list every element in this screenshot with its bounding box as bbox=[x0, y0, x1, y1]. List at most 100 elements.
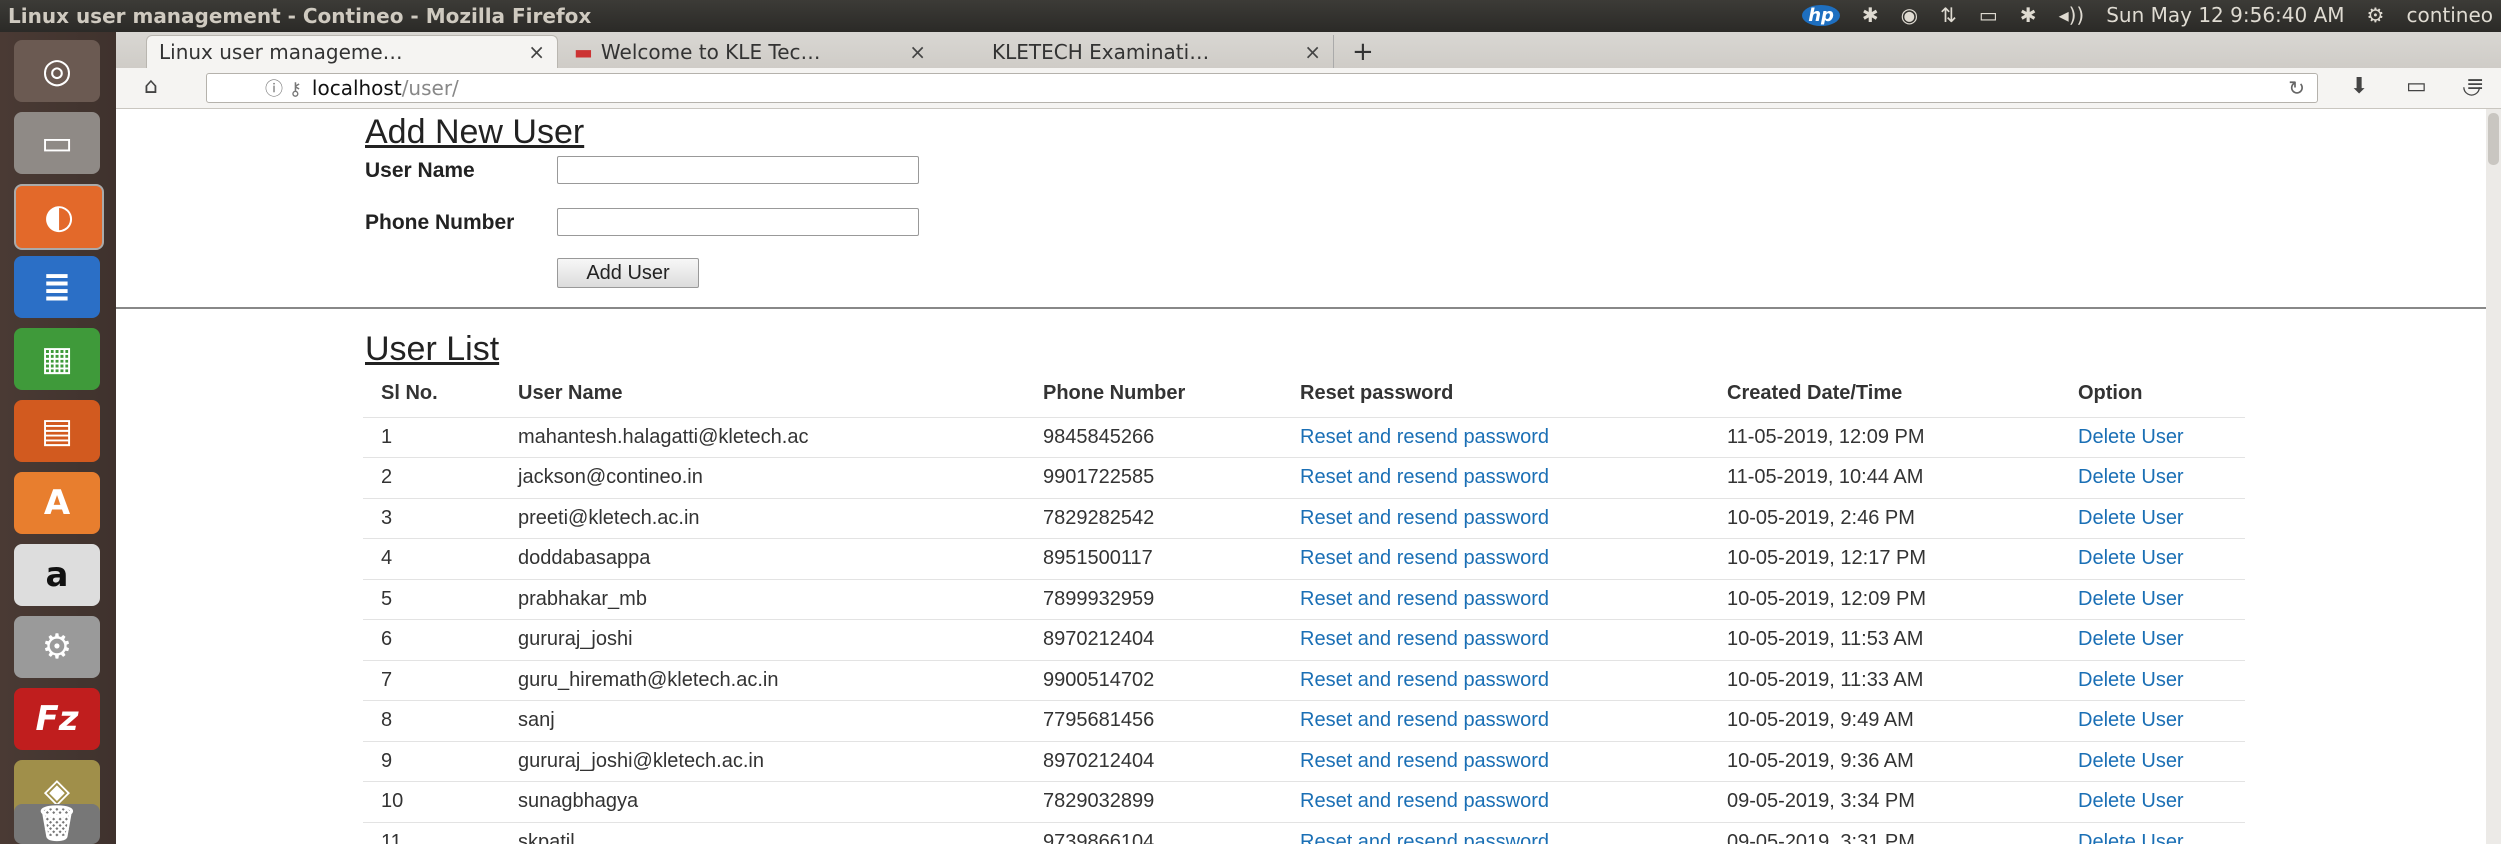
table-row: 2 jackson@contineo.in 9901722585 Reset and … bbox=[363, 457, 2245, 498]
username-input[interactable] bbox=[557, 156, 919, 184]
software-center-icon[interactable]: A bbox=[14, 472, 100, 534]
network-icon[interactable]: ⇅ bbox=[1940, 3, 1957, 27]
new-tab-button[interactable]: + bbox=[1340, 35, 1380, 68]
download-icon[interactable]: ⬇ bbox=[2350, 74, 2368, 99]
delete-user-link[interactable]: Delete User bbox=[2060, 578, 2245, 620]
reset-password-link[interactable]: Reset and resend password bbox=[1282, 578, 1709, 620]
settings-icon[interactable]: ⚙ bbox=[14, 616, 100, 678]
filezilla-icon[interactable]: Fz bbox=[14, 688, 100, 750]
row-sl: 4 bbox=[363, 538, 500, 579]
files-icon[interactable]: ▭ bbox=[14, 112, 100, 174]
row-username: doddabasappa bbox=[500, 538, 1025, 579]
delete-user-link[interactable]: Delete User bbox=[2060, 457, 2245, 498]
user-list-title: User List bbox=[365, 330, 500, 368]
row-sl: 10 bbox=[363, 781, 500, 822]
table-row: 7 guru_hiremath@kletech.ac.in 9900514702 Re… bbox=[363, 659, 2245, 701]
row-sl: 7 bbox=[363, 659, 500, 701]
reset-password-link[interactable]: Reset and resend password bbox=[1282, 821, 1709, 844]
trash-icon[interactable]: 🗑 bbox=[14, 804, 100, 844]
url-path: /user/ bbox=[401, 76, 459, 100]
delete-user-link[interactable]: Delete User bbox=[2060, 538, 2245, 579]
impress-icon[interactable]: ▤ bbox=[14, 400, 100, 462]
col-phone: Phone Number bbox=[1043, 382, 1186, 405]
row-created: 10-05-2019, 12:17 PM bbox=[1709, 538, 2060, 579]
top-panel: Linux user management - Contineo - Mozil… bbox=[0, 0, 2501, 32]
delete-user-link[interactable]: Delete User bbox=[2060, 821, 2245, 844]
row-username: mahantesh.halagatti@kletech.ac bbox=[500, 416, 1025, 458]
delete-user-link[interactable]: Delete User bbox=[2060, 740, 2245, 782]
delete-user-link[interactable]: Delete User bbox=[2060, 700, 2245, 741]
row-created: 10-05-2019, 12:09 PM bbox=[1709, 578, 2060, 620]
row-phone: 9845845266 bbox=[1025, 416, 1282, 458]
add-user-button[interactable]: Add User bbox=[557, 258, 699, 288]
row-username: sunagbhagya bbox=[500, 781, 1025, 822]
amazon-icon[interactable]: a bbox=[14, 544, 100, 606]
calc-icon[interactable]: ▦ bbox=[14, 328, 100, 390]
reset-password-link[interactable]: Reset and resend password bbox=[1282, 619, 1709, 660]
reset-password-link[interactable]: Reset and resend password bbox=[1282, 416, 1709, 458]
tab-bar: Linux user manageme… × ▬ Welcome to KLE … bbox=[116, 32, 2501, 69]
ubuntu-dash-icon[interactable]: ◎ bbox=[14, 40, 100, 102]
phone-input[interactable] bbox=[557, 208, 919, 236]
user-name[interactable]: contineo bbox=[2406, 3, 2493, 27]
row-sl: 5 bbox=[363, 578, 500, 620]
delete-user-link[interactable]: Delete User bbox=[2060, 497, 2245, 539]
reset-password-link[interactable]: Reset and resend password bbox=[1282, 700, 1709, 741]
row-phone: 9901722585 bbox=[1025, 457, 1282, 498]
reset-password-link[interactable]: Reset and resend password bbox=[1282, 659, 1709, 701]
tab-kletech-exam[interactable]: KLETECH Examinati… × bbox=[980, 35, 1334, 68]
user-table: Sl No. User Name Phone Number Reset pass… bbox=[363, 371, 2245, 844]
delete-user-link[interactable]: Delete User bbox=[2060, 619, 2245, 660]
bluetooth-icon-2[interactable]: ✱ bbox=[2020, 3, 2037, 27]
row-sl: 11 bbox=[363, 821, 500, 844]
row-created: 10-05-2019, 11:33 AM bbox=[1709, 659, 2060, 701]
close-icon[interactable]: × bbox=[1304, 40, 1321, 64]
delete-user-link[interactable]: Delete User bbox=[2060, 659, 2245, 701]
add-user-title: Add New User bbox=[365, 113, 585, 151]
tab-label: Welcome to KLE Tec… bbox=[600, 39, 821, 64]
tab-label: Linux user manageme… bbox=[159, 40, 403, 64]
row-created: 10-05-2019, 11:53 AM bbox=[1709, 619, 2060, 660]
firefox-icon[interactable]: ◐ bbox=[14, 184, 104, 250]
scrollbar[interactable] bbox=[2486, 109, 2501, 844]
tab-welcome-kle[interactable]: ▬ Welcome to KLE Tec… × bbox=[562, 35, 938, 68]
row-phone: 7829282542 bbox=[1025, 497, 1282, 539]
reset-password-link[interactable]: Reset and resend password bbox=[1282, 538, 1709, 579]
url-host: localhost bbox=[311, 76, 402, 100]
row-username: gururaj_joshi@kletech.ac.in bbox=[500, 740, 1025, 782]
scrollbar-thumb[interactable] bbox=[2488, 113, 2499, 165]
reset-password-link[interactable]: Reset and resend password bbox=[1282, 457, 1709, 498]
delete-user-link[interactable]: Delete User bbox=[2060, 416, 2245, 458]
url-bar[interactable]: ⓘ ⚷ localhost/user/ ↻ bbox=[206, 73, 2318, 103]
row-created: 09-05-2019, 3:34 PM bbox=[1709, 781, 2060, 822]
chrome-indicator-icon[interactable]: ◉ bbox=[1901, 3, 1918, 27]
reset-password-link[interactable]: Reset and resend password bbox=[1282, 781, 1709, 822]
close-icon[interactable]: × bbox=[909, 40, 926, 64]
writer-icon[interactable]: ≣ bbox=[14, 256, 100, 318]
volume-icon[interactable]: ◂)) bbox=[2059, 3, 2085, 27]
reset-password-link[interactable]: Reset and resend password bbox=[1282, 740, 1709, 782]
reload-icon[interactable]: ↻ bbox=[2288, 76, 2305, 100]
col-option: Option bbox=[2078, 382, 2143, 405]
delete-user-link[interactable]: Delete User bbox=[2060, 781, 2245, 822]
row-username: gururaj_joshi bbox=[500, 619, 1025, 660]
row-sl: 3 bbox=[363, 497, 500, 539]
clock[interactable]: Sun May 12 9:56:40 AM bbox=[2106, 3, 2344, 27]
row-sl: 1 bbox=[363, 416, 500, 458]
hp-icon[interactable]: hp bbox=[1802, 4, 1840, 26]
tab-label: KLETECH Examinati… bbox=[992, 39, 1210, 64]
bluetooth-icon[interactable]: ✱ bbox=[1862, 3, 1879, 27]
table-row: 9 gururaj_joshi@kletech.ac.in 8970212404 Re… bbox=[363, 740, 2245, 782]
row-username: preeti@kletech.ac.in bbox=[500, 497, 1025, 539]
close-icon[interactable]: × bbox=[528, 40, 545, 64]
page-content: Add New User User Name Phone Number Add … bbox=[116, 109, 2486, 844]
keyboard-icon[interactable]: ▭ bbox=[1979, 3, 1998, 27]
row-phone: 8970212404 bbox=[1025, 619, 1282, 660]
tab-user-management[interactable]: Linux user manageme… × bbox=[146, 35, 558, 68]
info-icon[interactable]: ⓘ ⚷ bbox=[265, 75, 302, 101]
menu-icon[interactable]: ≡ bbox=[2466, 72, 2484, 97]
home-icon[interactable]: ⌂ bbox=[144, 74, 158, 99]
library-icon[interactable]: ▭ bbox=[2406, 74, 2427, 99]
gear-icon[interactable]: ⚙ bbox=[2367, 3, 2385, 27]
reset-password-link[interactable]: Reset and resend password bbox=[1282, 497, 1709, 539]
